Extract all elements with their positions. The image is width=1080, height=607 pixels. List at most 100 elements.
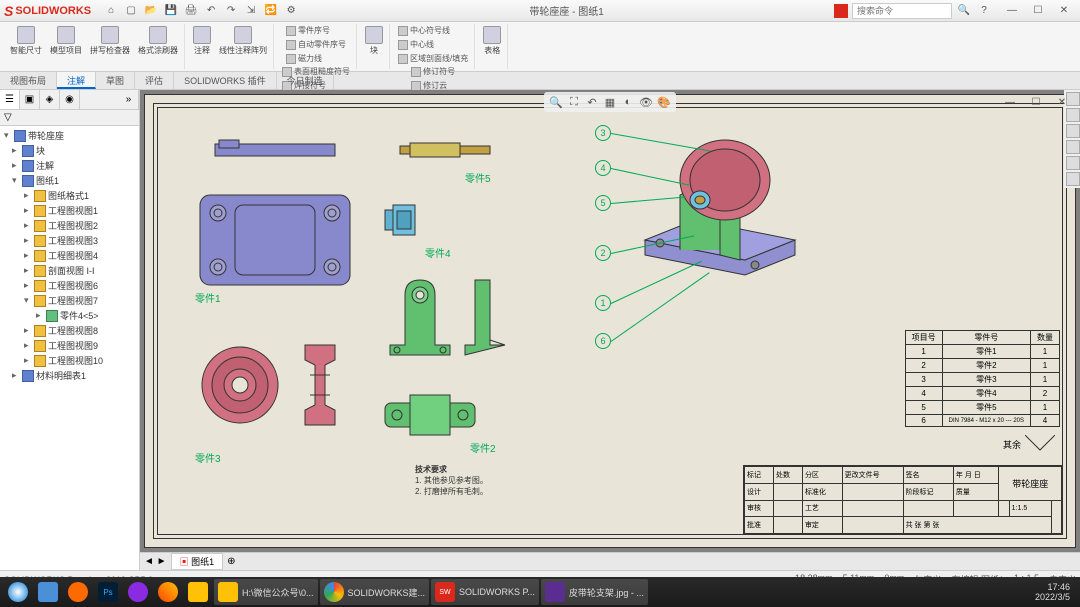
appearances-tab[interactable] [1066,156,1080,170]
part3-front-view[interactable] [200,345,280,425]
center-mark-button[interactable]: 中心符号线 [396,24,470,37]
smart-dimension-button[interactable]: 智能尺寸 [8,24,44,58]
doc-close[interactable]: ✕ [1050,94,1074,110]
save-icon[interactable]: 💾 [163,3,179,19]
help-icon[interactable]: ? [976,3,992,19]
zoom-fit-icon[interactable]: 🔍 [548,94,564,110]
tab-annotation[interactable]: 注解 [57,72,96,89]
config-tab[interactable]: ◈ [40,90,60,109]
block-button[interactable]: 块 [363,24,385,58]
rebuild-icon[interactable]: 🔁 [263,3,279,19]
search-icon[interactable]: 🔍 [956,3,972,19]
sheet-tab-1[interactable]: ▣ 图纸1 [171,553,224,570]
part3-section-view[interactable] [295,345,345,425]
revision-symbol-button[interactable]: 修订符号 [409,65,457,78]
file-explorer-tab[interactable] [1066,124,1080,138]
graphics-area[interactable]: 🔍 ⛶ ↶ ▦ ◐ 👁 🎨 — ☐ ✕ 零件 [140,90,1080,570]
tree-item[interactable]: ▸块 [2,143,137,158]
maximize-button[interactable]: ☐ [1026,3,1050,19]
balloon-3[interactable]: 3 [595,125,611,141]
balloon-2[interactable]: 2 [595,245,611,261]
tree-item[interactable]: ▸零件4<5> [2,308,137,323]
tree-item[interactable]: ▸工程图视图3 [2,233,137,248]
add-sheet-button[interactable]: ⊕ [227,556,235,567]
balloon-button[interactable]: 零件序号 [284,24,348,37]
part2-top-view[interactable] [385,395,475,435]
open-icon[interactable]: 📂 [143,3,159,19]
design-library-tab[interactable] [1066,108,1080,122]
tree-item[interactable]: ▸工程图视图10 [2,353,137,368]
balloon-1[interactable]: 1 [595,295,611,311]
tab-view-layout[interactable]: 视图布局 [0,72,57,89]
tab-sketch[interactable]: 草图 [96,72,135,89]
part5-view[interactable] [400,140,490,160]
appearance-icon[interactable]: 🎨 [656,94,672,110]
taskbar-imageviewer[interactable]: 皮带轮支架.jpg - ... [541,579,648,605]
spell-check-button[interactable]: 拼写检查器 [88,24,132,58]
part1-top-view[interactable] [215,140,335,160]
balloon-6[interactable]: 6 [595,333,611,349]
tree-item[interactable]: ▸工程图视图4 [2,248,137,263]
tab-today[interactable]: 今日制造 [277,72,334,89]
part2-front-view[interactable] [385,275,455,365]
taskbar-solidworks[interactable]: SWSOLIDWORKS P... [431,579,539,605]
format-painter-button[interactable]: 格式涂刷器 [136,24,180,58]
tree-item[interactable]: ▸工程图视图1 [2,203,137,218]
search-input[interactable] [852,3,952,19]
display-tab[interactable]: ◉ [60,90,80,109]
part4-view[interactable] [385,205,415,235]
redo-icon[interactable]: ↷ [223,3,239,19]
linear-pattern-button[interactable]: 线性注释阵列 [217,24,269,58]
display-style-icon[interactable]: ◐ [620,94,636,110]
view-palette-tab[interactable] [1066,140,1080,154]
print-icon[interactable]: 🖨 [183,3,199,19]
doc-maximize[interactable]: ☐ [1024,94,1048,110]
minimize-button[interactable]: — [1000,3,1024,19]
tab-addins[interactable]: SOLIDWORKS 插件 [174,72,277,89]
table-button[interactable]: 表格 [481,24,503,58]
sheet-nav[interactable]: ◄ ► [144,556,167,567]
tree-item[interactable]: ▾图纸1 [2,173,137,188]
auto-balloon-button[interactable]: 自动零件序号 [284,38,348,51]
start-button[interactable] [4,579,32,605]
bom-table[interactable]: 项目号零件号数量 1零件11 2零件21 3零件31 4零件42 5零件51 6… [905,330,1060,427]
centerline-button[interactable]: 中心线 [396,38,470,51]
tree-item[interactable]: ▸工程图视图8 [2,323,137,338]
title-block[interactable]: 标记处数分区更改文件号签名年 月 日 带轮座座 设计标准化阶段标记质量 审核工艺… [743,465,1063,535]
taskbar-chrome[interactable]: SOLIDWORKS建... [320,579,430,605]
note-button[interactable]: 注释 [191,24,213,58]
section-icon[interactable]: ▦ [602,94,618,110]
close-button[interactable]: ✕ [1052,3,1076,19]
taskbar-item[interactable] [124,579,152,605]
part1-front-view[interactable] [200,195,350,285]
taskbar-explorer[interactable]: H:\微信公众号\0... [214,579,318,605]
undo-icon[interactable]: ↶ [203,3,219,19]
tree-item[interactable]: ▸工程图视图9 [2,338,137,353]
tree-item[interactable]: ▸剖面视图 I-I [2,263,137,278]
taskbar-item[interactable] [154,579,182,605]
taskbar-item[interactable]: Ps [94,579,122,605]
tree-item[interactable]: ▸工程图视图6 [2,278,137,293]
tree-filter[interactable]: ▽ [0,110,139,126]
balloon-5[interactable]: 5 [595,195,611,211]
drawing-sheet[interactable]: 零件5 零件1 零件4 [144,94,1076,548]
tree-item[interactable]: ▸工程图视图2 [2,218,137,233]
tree-item[interactable]: ▾工程图视图7 [2,293,137,308]
system-tray-clock[interactable]: 17:462022/3/5 [1029,582,1076,602]
balloon-4[interactable]: 4 [595,160,611,176]
taskbar-item[interactable] [34,579,62,605]
zoom-area-icon[interactable]: ⛶ [566,94,582,110]
area-hatch-button[interactable]: 区域剖面线/填充 [396,52,470,65]
doc-minimize[interactable]: — [998,94,1022,110]
feature-tree-tab[interactable]: ☰ [0,90,20,109]
sidebar-collapse[interactable]: » [119,90,139,109]
magnetic-line-button[interactable]: 磁力线 [284,52,348,65]
taskbar-item[interactable] [184,579,212,605]
part2-side-view[interactable] [465,275,505,365]
tree-root[interactable]: ▾带轮座座 [2,128,137,143]
options-icon[interactable]: ⚙ [283,3,299,19]
custom-props-tab[interactable] [1066,172,1080,186]
tree-item[interactable]: ▸材料明细表1 [2,368,137,383]
tree-item[interactable]: ▸注解 [2,158,137,173]
taskbar-item[interactable] [64,579,92,605]
